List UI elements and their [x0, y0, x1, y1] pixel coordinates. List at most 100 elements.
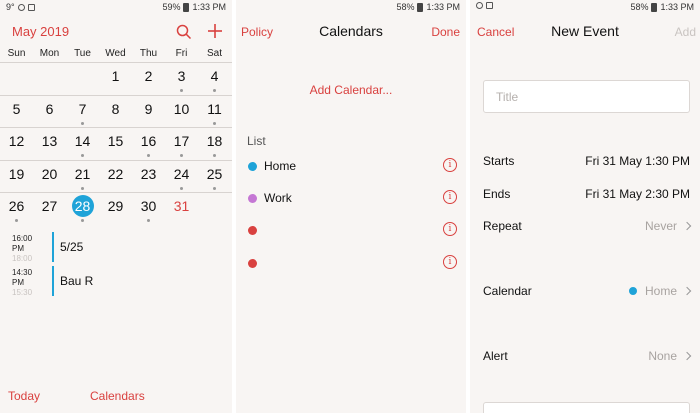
day-cell[interactable]: 4	[198, 68, 231, 84]
day-cell[interactable]: 9	[132, 101, 165, 117]
title-field	[483, 80, 690, 113]
search-icon[interactable]	[176, 24, 192, 40]
day-cell[interactable]: 26	[0, 198, 33, 214]
clock: 1:33 PM	[660, 2, 694, 12]
info-icon[interactable]: i	[443, 255, 457, 269]
day-cell[interactable]: 8	[99, 101, 132, 117]
calendar-item-work[interactable]: Work i	[236, 189, 466, 209]
done-button[interactable]: Done	[431, 25, 460, 39]
battery-icon	[417, 2, 424, 12]
day-cell[interactable]: 15	[99, 133, 132, 149]
calendar-item-home[interactable]: Home i	[236, 157, 466, 177]
list-section-header: List	[247, 134, 266, 148]
event-dot	[213, 121, 216, 125]
page-title: New Event	[551, 23, 619, 39]
battery-percent: 59%	[162, 2, 181, 12]
info-icon[interactable]: i	[443, 222, 457, 236]
day-cell[interactable]: 31	[165, 198, 198, 214]
ends-row[interactable]: Ends Fri 31 May 2:30 PM	[470, 185, 700, 205]
alert-row[interactable]: Alert None	[470, 347, 700, 367]
day-cell[interactable]: 18	[198, 133, 231, 149]
chevron-right-icon	[682, 221, 692, 231]
event-dot	[147, 154, 150, 157]
battery-icon	[651, 2, 658, 12]
day-cell[interactable]: 1	[99, 68, 132, 84]
alert-label: Alert	[483, 349, 508, 363]
weekday-sun: Sun	[7, 48, 26, 59]
day-cell-selected[interactable]: 28	[66, 195, 99, 217]
calendars-button[interactable]: Calendars	[90, 389, 145, 403]
day-cell[interactable]: 6	[33, 101, 66, 117]
day-cell[interactable]: 23	[132, 166, 165, 182]
weekday-sat: Sat	[206, 48, 222, 59]
event-time: 14:30 PM 15:30	[12, 268, 33, 297]
ends-value: Fri 31 May 2:30 PM	[585, 187, 690, 201]
day-cell[interactable]: 25	[198, 166, 231, 182]
day-cell[interactable]: 19	[0, 166, 33, 182]
alert-value-group: None	[648, 349, 692, 363]
day-cell[interactable]: 16	[132, 133, 165, 149]
calendar-month-screen: 9° 59% 1:33 PM May 2019 Sun Mon Tue Wed T…	[0, 0, 232, 413]
add-calendar-button[interactable]: Add Calendar...	[236, 83, 466, 97]
calendar-name: Work	[264, 191, 292, 205]
day-cell[interactable]: 22	[99, 166, 132, 182]
event-color-bar	[52, 266, 54, 296]
battery-percent: 58%	[396, 2, 415, 12]
today-button[interactable]: Today	[8, 389, 40, 403]
chevron-right-icon	[682, 286, 692, 296]
agenda-list: 16:00 PM 18:00 5/25 14:30 PM 15:30 Bau R	[0, 228, 232, 297]
agenda-event[interactable]: 14:30 PM 15:30 Bau R	[0, 262, 232, 297]
day-cell[interactable]: 5	[0, 101, 33, 117]
notes-field[interactable]	[483, 402, 690, 413]
day-cell[interactable]: 21	[66, 166, 99, 182]
weekday-mon: Mon	[39, 48, 60, 59]
calendar-color-dot	[248, 162, 257, 171]
repeat-value: Never	[644, 219, 677, 233]
day-cell[interactable]: 12	[0, 133, 33, 149]
app-icon	[27, 3, 35, 11]
day-cell[interactable]: 14	[66, 133, 99, 149]
repeat-row[interactable]: Repeat Never	[470, 217, 700, 237]
event-dot	[180, 89, 183, 92]
event-time: 16:00 PM 18:00	[12, 234, 33, 263]
weekday-wed: Wed	[105, 48, 126, 59]
calendar-item[interactable]: i	[236, 221, 466, 241]
day-cell[interactable]: 13	[33, 133, 66, 149]
calendar-name: Home	[264, 159, 297, 173]
week-row: 12 13 14 15 16 17 18	[0, 127, 232, 160]
day-cell[interactable]: 30	[132, 198, 165, 214]
month-title[interactable]: May 2019	[12, 24, 69, 39]
agenda-event[interactable]: 16:00 PM 18:00 5/25	[0, 228, 232, 263]
calendar-row[interactable]: Calendar Home	[470, 282, 700, 302]
starts-row[interactable]: Starts Fri 31 May 1:30 PM	[470, 152, 700, 172]
calendar-color-dot	[248, 194, 257, 203]
add-event-icon[interactable]	[206, 22, 224, 40]
event-dot	[213, 154, 216, 157]
info-icon[interactable]: i	[443, 190, 457, 204]
day-cell[interactable]: 11	[198, 101, 231, 117]
calendars-screen: 58% 1:33 PM Policy Calendars Done Add Cal…	[236, 0, 466, 413]
day-cell[interactable]: 17	[165, 133, 198, 149]
event-dot	[180, 154, 183, 157]
week-row: 5 6 7 8 9 10 11	[0, 94, 232, 128]
title-input[interactable]	[484, 81, 689, 112]
calendar-item[interactable]: i	[236, 254, 466, 274]
temperature-text: 9°	[6, 2, 15, 12]
day-cell[interactable]: 29	[99, 198, 132, 214]
day-cell[interactable]: 24	[165, 166, 198, 182]
day-cell[interactable]: 7	[66, 101, 99, 117]
day-cell[interactable]: 20	[33, 166, 66, 182]
calendar-value-group: Home	[628, 284, 692, 298]
day-cell[interactable]: 2	[132, 68, 165, 84]
add-button[interactable]: Add	[675, 25, 696, 39]
month-grid: 1 2 3 4 5 6 7 8 9 10 11 12 13 14 15 16 1…	[0, 62, 232, 225]
calendar-header: May 2019	[0, 22, 232, 44]
day-cell[interactable]: 10	[165, 101, 198, 117]
info-icon[interactable]: i	[443, 158, 457, 172]
week-row: 19 20 21 22 23 24 25	[0, 159, 232, 193]
status-bar: 58% 1:33 PM	[470, 0, 700, 14]
event-dot	[81, 186, 84, 190]
chevron-right-icon	[682, 351, 692, 361]
day-cell[interactable]: 3	[165, 68, 198, 84]
day-cell[interactable]: 27	[33, 198, 66, 214]
